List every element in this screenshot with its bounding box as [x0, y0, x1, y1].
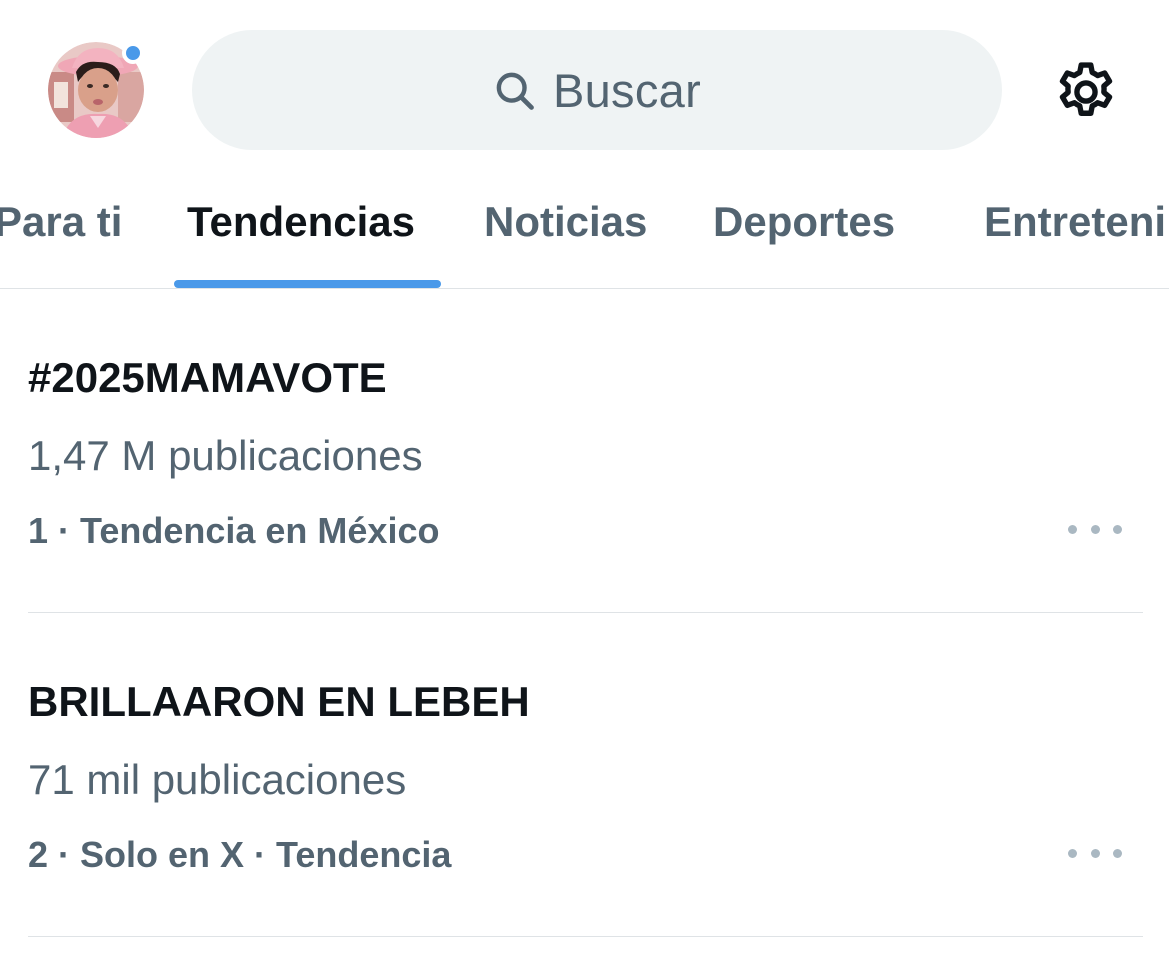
trend-item[interactable]: #2025MAMAVOTE 1,47 M publicaciones 1 · T… [0, 290, 1169, 614]
active-tab-indicator [174, 280, 441, 288]
trend-item[interactable]: BRILLAARON EN LEBEH 71 mil publicaciones… [0, 614, 1169, 938]
tab-label: Deportes [713, 198, 896, 245]
tab-noticias[interactable]: Noticias [484, 168, 647, 288]
profile-avatar-button[interactable] [48, 42, 144, 138]
trend-name: BRILLAARON EN LEBEH [28, 678, 530, 725]
divider [28, 936, 1143, 937]
tab-bar: Para ti Tendencias Noticias Deportes Ent… [0, 168, 1169, 289]
trend-post-count: 71 mil publicaciones [28, 756, 407, 803]
tab-label: Tendencias [187, 198, 415, 245]
trend-context: 2 · Solo en X · Tendencia [28, 834, 452, 875]
divider [28, 612, 1143, 613]
explore-screen: Buscar Para ti Tendencias Noticias Depor… [0, 0, 1169, 954]
tab-entretenimiento[interactable]: Entreteni [984, 168, 1166, 288]
tab-label: Noticias [484, 198, 648, 245]
tab-deportes[interactable]: Deportes [713, 168, 895, 288]
tab-label: Entreteni [984, 198, 1167, 245]
trend-context: 1 · Tendencia en México [28, 510, 440, 551]
more-horizontal-icon[interactable] [1068, 838, 1122, 868]
tab-tendencias[interactable]: Tendencias [187, 168, 415, 288]
search-bar[interactable]: Buscar [192, 30, 1002, 150]
search-icon [496, 72, 534, 110]
trend-name: #2025MAMAVOTE [28, 354, 387, 401]
tab-para-ti[interactable]: Para ti [0, 168, 122, 288]
search-placeholder: Buscar [552, 63, 702, 117]
gear-icon [1059, 62, 1113, 116]
trend-post-count: 1,47 M publicaciones [28, 432, 423, 479]
settings-button[interactable] [1050, 56, 1122, 128]
more-horizontal-icon[interactable] [1068, 514, 1122, 544]
notification-dot [122, 42, 144, 64]
tab-label: Para ti [0, 198, 123, 245]
